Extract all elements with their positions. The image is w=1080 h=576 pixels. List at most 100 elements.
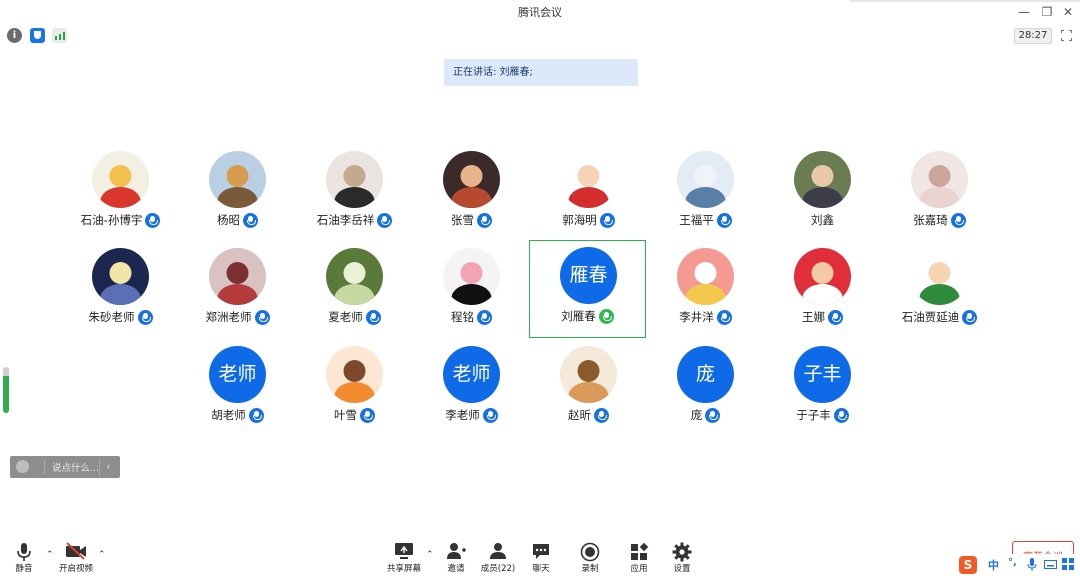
participant-label-row: 朱砂老师: [62, 309, 179, 325]
chevron-left-icon[interactable]: ‹: [99, 458, 117, 476]
ime-language[interactable]: 中: [988, 557, 999, 573]
meeting-info-bar: i 28:27: [0, 26, 1080, 46]
video-button[interactable]: 开启视频: [52, 540, 100, 576]
participant-tile[interactable]: 李井洋: [647, 242, 764, 340]
microphone-status-icon: [598, 308, 614, 324]
speaking-banner: 正在讲话: 刘雁春;: [444, 59, 638, 86]
keyboard-icon[interactable]: [1044, 560, 1057, 569]
participant-tile[interactable]: 杨昭: [179, 145, 296, 243]
participant-name: 叶雪: [334, 408, 357, 422]
participant-tile[interactable]: 程铭: [413, 242, 530, 340]
punctuation-icon[interactable]: °,: [1008, 557, 1017, 568]
microphone-status-icon: [477, 212, 492, 228]
sogou-logo-icon[interactable]: S: [959, 556, 977, 574]
participant-label-row: 王福平: [647, 212, 764, 228]
participant-name: 赵昕: [568, 408, 591, 422]
close-icon[interactable]: ✕: [1059, 3, 1077, 21]
video-off-icon: [66, 542, 86, 560]
participant-label-row: 赵昕: [530, 407, 647, 423]
participant-tile[interactable]: 叶雪: [296, 340, 413, 438]
ime-menu-icon[interactable]: [1062, 558, 1075, 571]
chevron-up-icon[interactable]: ⌃: [98, 550, 106, 560]
participant-tile[interactable]: 夏老师: [296, 242, 413, 340]
members-button[interactable]: 成员(22): [474, 540, 522, 576]
participant-tile[interactable]: 石油贾延迪: [881, 242, 998, 340]
participant-tile[interactable]: 子丰 于子丰: [764, 340, 881, 438]
apps-button[interactable]: 应用: [615, 540, 663, 576]
participant-label-row: 李井洋: [647, 309, 764, 325]
microphone-status-icon: [137, 309, 153, 325]
participant-tile[interactable]: 朱砂老师: [62, 242, 179, 340]
avatar: [911, 248, 968, 305]
share-label: 共享屏幕: [386, 564, 421, 574]
participant-tile[interactable]: 王福平: [647, 145, 764, 243]
participant-tile[interactable]: 王娜: [764, 242, 881, 340]
invite-button[interactable]: 邀请: [432, 540, 480, 576]
avatar: [677, 248, 734, 305]
restore-icon[interactable]: ❐: [1038, 3, 1056, 21]
participant-tile[interactable]: 郭海明: [530, 145, 647, 243]
shield-icon[interactable]: [30, 28, 45, 43]
participant-tile[interactable]: 庞庞: [647, 340, 764, 438]
participant-tile[interactable]: 张雪: [413, 145, 530, 243]
fullscreen-icon[interactable]: [1060, 29, 1073, 42]
participant-label-row: 夏老师: [296, 309, 413, 325]
record-label: 录制: [581, 564, 599, 574]
ime-microphone-icon[interactable]: [1027, 558, 1037, 572]
participant-label-row: 程铭: [413, 309, 530, 325]
participant-label-row: 石油-孙博宇: [62, 212, 179, 228]
participant-label-row: 杨昭: [179, 212, 296, 228]
participant-name: 王福平: [679, 213, 714, 227]
participant-name: 郭海明: [562, 213, 597, 227]
record-button[interactable]: 录制: [566, 540, 614, 576]
participant-label-row: 刘雁春: [530, 308, 645, 324]
info-icon[interactable]: i: [7, 28, 22, 43]
chat-placeholder[interactable]: 说点什么...: [52, 460, 99, 474]
minimize-icon[interactable]: —: [1015, 3, 1033, 21]
title-bar-strip: [850, 0, 1080, 2]
microphone-status-icon: [248, 407, 264, 423]
avatar: [794, 248, 851, 305]
participant-tile[interactable]: 郑洲老师: [179, 242, 296, 340]
participant-tile[interactable]: 赵昕: [530, 340, 647, 438]
avatar: [326, 151, 383, 208]
participant-label-row: 于子丰: [764, 407, 881, 423]
microphone-status-icon: [599, 212, 615, 228]
participant-name: 李井洋: [679, 310, 714, 324]
mute-button[interactable]: 静音: [0, 540, 48, 576]
participant-name: 张雪: [451, 213, 474, 227]
share-screen-button[interactable]: 共享屏幕: [380, 540, 428, 576]
volume-meter-fill: [3, 376, 9, 413]
microphone-status-icon: [828, 309, 843, 325]
participant-label-row: 石油李岳祥: [296, 212, 413, 228]
participant-label-row: 庞: [647, 407, 764, 423]
chat-button[interactable]: 聊天: [517, 540, 565, 576]
avatar: [443, 248, 500, 305]
microphone-status-icon: [477, 309, 492, 325]
participant-tile[interactable]: 石油-孙博宇: [62, 145, 179, 243]
avatar: 雁春: [560, 247, 617, 304]
gear-icon: [672, 542, 692, 562]
participant-tile[interactable]: 刘鑫: [764, 145, 881, 243]
participant-tile[interactable]: 石油李岳祥: [296, 145, 413, 243]
participant-tile[interactable]: 雁春 刘雁春: [529, 240, 646, 338]
video-label: 开启视频: [58, 564, 93, 574]
signal-icon[interactable]: [52, 28, 67, 43]
microphone-status-icon: [716, 309, 732, 325]
participant-name: 郑洲老师: [205, 310, 252, 324]
chat-label: 聊天: [532, 564, 550, 574]
ime-toolbar[interactable]: S 中 °,: [956, 554, 1080, 576]
share-screen-icon: [395, 543, 413, 559]
participant-tile[interactable]: 老师 李老师: [413, 340, 530, 438]
participant-name: 李老师: [445, 408, 480, 422]
participant-tile[interactable]: 老师 胡老师: [179, 340, 296, 438]
chat-input-box[interactable]: 说点什么... ‹: [10, 456, 120, 478]
emoji-icon[interactable]: [16, 460, 29, 473]
participant-tile[interactable]: 张嘉琦: [881, 145, 998, 243]
avatar: [209, 248, 266, 305]
invite-label: 邀请: [447, 564, 465, 574]
participant-label-row: 石油贾延迪: [881, 309, 998, 325]
settings-button[interactable]: 设置: [658, 540, 706, 576]
avatar: [92, 151, 149, 208]
avatar: [560, 151, 617, 208]
